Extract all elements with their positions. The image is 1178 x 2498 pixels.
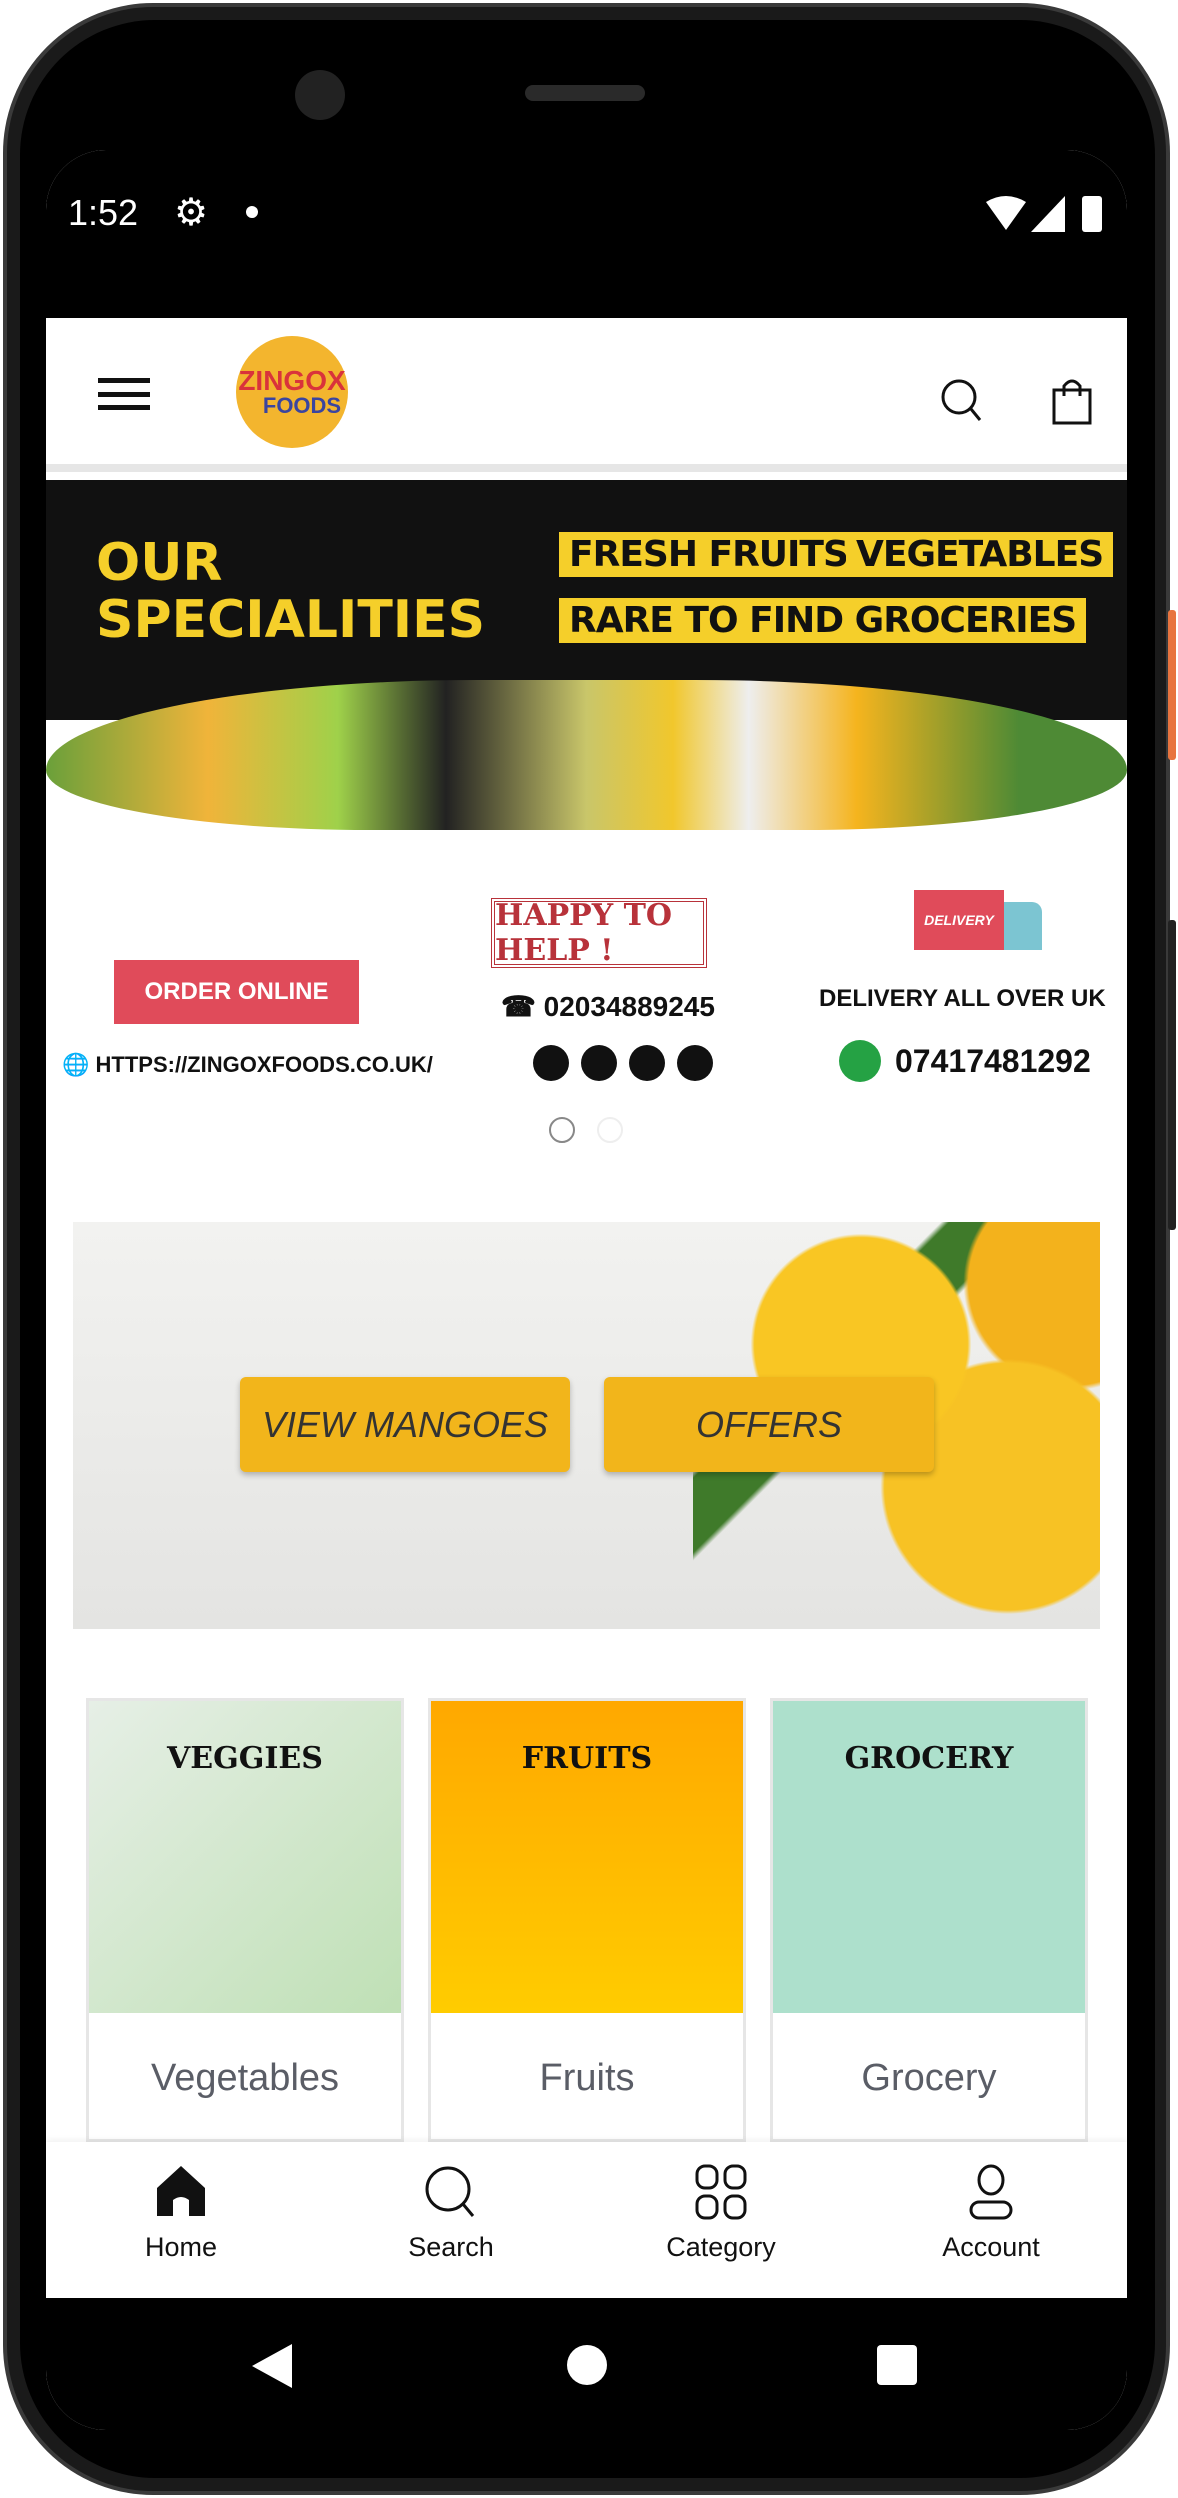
fruit-image [46, 680, 1127, 830]
category-image: VEGGIES [89, 1701, 401, 2013]
volume-button[interactable] [1168, 920, 1176, 1230]
camera [295, 70, 345, 120]
order-online-badge: ORDER ONLINE [114, 960, 359, 1024]
search-icon [425, 2166, 475, 2217]
banner-title: OUR SPECIALITIES [96, 533, 486, 651]
dot-icon [246, 206, 258, 218]
whatsapp-number: 07417481292 [839, 1040, 1091, 1082]
system-nav-bar [46, 2298, 1127, 2430]
nav-account[interactable]: Account [856, 2142, 1126, 2298]
grid-icon [695, 2164, 747, 2220]
home-icon [157, 2166, 205, 2216]
carousel-dot-1[interactable] [549, 1117, 575, 1143]
status-bar: 1:52 ⚙ [46, 150, 1127, 318]
category-label: Grocery [861, 2056, 997, 2099]
tag-fresh-fruits: FRESH FRUITS [559, 532, 858, 577]
recents-icon[interactable] [877, 2345, 917, 2385]
screen: 1:52 ⚙ ZINGOX FOODS OUR SPECIALITIES FRES… [46, 150, 1127, 2430]
signal-icon [1031, 196, 1065, 232]
category-card-fruits[interactable]: FRUITS Fruits [428, 1698, 746, 2142]
wifi-icon [986, 196, 1026, 230]
category-label: Fruits [539, 2056, 635, 2099]
power-button[interactable] [1168, 610, 1176, 760]
bottom-nav: Home Search Category Account [46, 2142, 1127, 2298]
shopping-bag-icon[interactable] [1051, 376, 1093, 426]
website-text: 🌐 HTTPS://ZINGOXFOODS.CO.UK/ [62, 1052, 433, 1077]
gear-icon: ⚙ [174, 192, 209, 234]
category-label: Vegetables [150, 2056, 340, 2099]
menu-icon[interactable] [98, 378, 150, 410]
back-icon[interactable] [252, 2344, 292, 2388]
tag-rare-groceries: RARE TO FIND GROCERIES [559, 598, 1087, 643]
twitter-icon [629, 1045, 665, 1081]
whatsapp-small-icon [677, 1045, 713, 1081]
social-icons [533, 1045, 713, 1081]
speaker [525, 85, 645, 101]
delivery-text: DELIVERY ALL OVER UK [819, 985, 1106, 1012]
whatsapp-icon [839, 1040, 881, 1082]
status-time: 1:52 [68, 192, 139, 233]
phone-number: ☎ 02034889245 [501, 991, 715, 1022]
offers-button[interactable]: OFFERS [604, 1377, 934, 1472]
view-mangoes-button[interactable]: VIEW MANGOES [240, 1377, 570, 1472]
category-card-grocery[interactable]: GROCERY Grocery [770, 1698, 1088, 2142]
user-icon [969, 2164, 1013, 2220]
happy-to-help-stamp: HAPPY TO HELP ! [491, 898, 707, 968]
app-header: ZINGOX FOODS [46, 318, 1127, 472]
battery-icon [1082, 196, 1102, 232]
carousel-dot-2[interactable] [597, 1117, 623, 1143]
tag-vegetables: VEGETABLES [846, 532, 1114, 577]
mango-promo-banner: VIEW MANGOES OFFERS [73, 1222, 1100, 1629]
search-icon[interactable] [940, 378, 984, 424]
category-image: GROCERY [773, 1701, 1085, 2013]
instagram-icon [581, 1045, 617, 1081]
nav-search[interactable]: Search [316, 2142, 586, 2298]
facebook-icon [533, 1045, 569, 1081]
hero-carousel[interactable]: OUR SPECIALITIES FRESH FRUITS VEGETABLES … [46, 480, 1127, 1085]
category-image: FRUITS [431, 1701, 743, 2013]
nav-home[interactable]: Home [46, 2142, 316, 2298]
logo[interactable]: ZINGOX FOODS [236, 336, 348, 448]
category-card-vegetables[interactable]: VEGGIES Vegetables [86, 1698, 404, 2142]
nav-category[interactable]: Category [586, 2142, 856, 2298]
delivery-truck-icon: DELIVERY [914, 890, 1044, 965]
home-button-icon[interactable] [567, 2345, 607, 2385]
logo-text: ZINGOX [238, 365, 346, 396]
